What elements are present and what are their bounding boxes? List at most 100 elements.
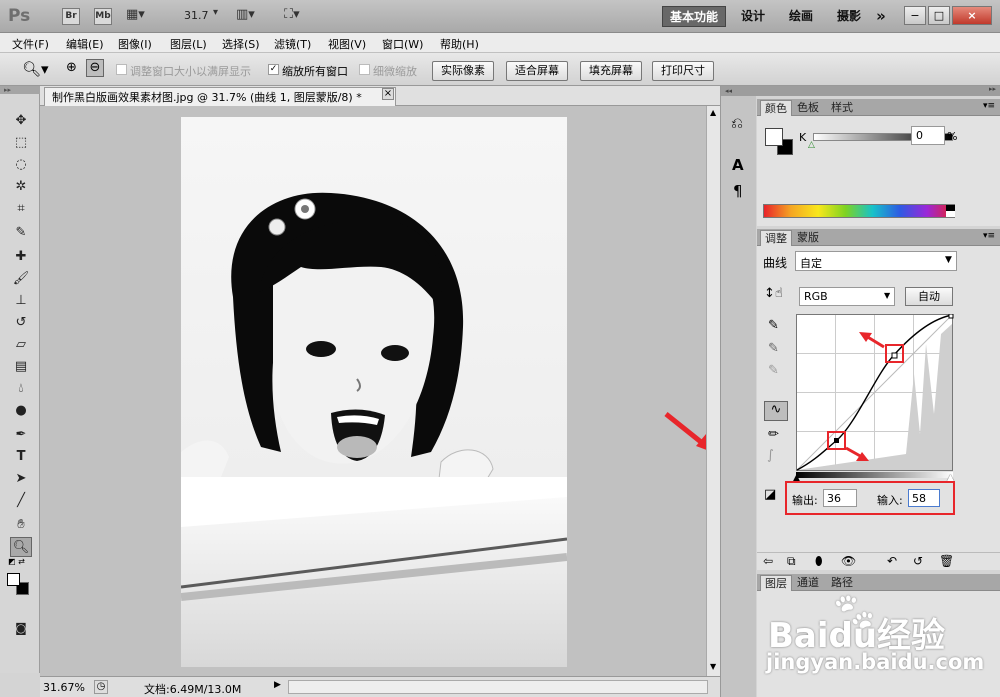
clipping-preview-icon[interactable]: ◪ xyxy=(764,487,776,502)
k-slider-handle[interactable]: △ xyxy=(808,140,815,150)
visibility-eye-icon[interactable]: 👁︎ xyxy=(841,554,856,568)
tab-color[interactable]: 颜色 xyxy=(760,100,792,116)
vertical-scrollbar[interactable]: ▲ ▼ xyxy=(706,106,720,676)
curve-pencil-tool-icon[interactable]: ✏ xyxy=(768,427,779,442)
status-info-icon[interactable]: ◷ xyxy=(94,680,108,694)
preset-dropdown-icon[interactable]: ▼ xyxy=(945,255,952,265)
workspace-photography[interactable]: 摄影 xyxy=(830,6,868,27)
pen-tool-icon[interactable]: ✒ xyxy=(10,425,32,445)
menu-window[interactable]: 窗口(W) xyxy=(382,36,423,52)
color-panel-menu-icon[interactable]: ▾≡ xyxy=(983,101,995,111)
zoom-out-icon[interactable]: ⊖ xyxy=(86,59,104,77)
horizontal-scrollbar[interactable] xyxy=(288,680,708,694)
input-value-field[interactable]: 58 xyxy=(908,489,940,507)
return-to-list-icon[interactable]: ⇦ xyxy=(763,554,773,568)
color-spectrum-bar[interactable] xyxy=(763,204,955,218)
history-brush-tool-icon[interactable]: ↺ xyxy=(10,313,32,333)
toolbox-collapse-icon[interactable]: ▸▸ xyxy=(0,86,40,94)
dodge-tool-icon[interactable]: ● xyxy=(10,401,32,421)
clip-to-layer-icon[interactable]: ⬮ xyxy=(815,554,823,569)
gray-point-eyedropper-icon[interactable]: ✎ xyxy=(768,341,779,356)
workspace-painting[interactable]: 绘画 xyxy=(782,6,820,27)
close-button[interactable]: × xyxy=(952,6,992,25)
curves-preset-select[interactable]: 自定 xyxy=(795,251,957,271)
black-point-eyedropper-icon[interactable]: ✎ xyxy=(768,318,779,333)
line-tool-icon[interactable]: ╱ xyxy=(10,491,32,511)
channel-select[interactable]: RGB xyxy=(799,287,895,306)
menu-image[interactable]: 图像(I) xyxy=(118,36,152,52)
status-menu-icon[interactable]: ▶ xyxy=(274,680,281,690)
history-panel-icon[interactable]: ⎌ xyxy=(731,114,743,132)
workspace-design[interactable]: 设计 xyxy=(734,6,772,27)
minimize-button[interactable]: − xyxy=(904,6,926,25)
default-colors-icon[interactable]: ◩ ⇄ xyxy=(8,557,25,566)
menu-edit[interactable]: 编辑(E) xyxy=(66,36,104,52)
curves-graph[interactable] xyxy=(796,314,954,480)
menu-select[interactable]: 选择(S) xyxy=(222,36,260,52)
tab-swatches[interactable]: 色板 xyxy=(793,100,823,116)
more-workspaces-icon[interactable]: » xyxy=(872,6,890,27)
bridge-button[interactable]: Br xyxy=(62,8,80,25)
type-tool-icon[interactable]: T xyxy=(10,447,32,467)
view-extras-icon[interactable]: ▦▾ xyxy=(126,7,145,22)
fill-screen-button[interactable]: 填充屏幕 xyxy=(580,61,642,81)
menu-view[interactable]: 视图(V) xyxy=(328,36,366,52)
arrange-documents-icon[interactable]: ▥▾ xyxy=(236,7,255,22)
adjust-panel-menu-icon[interactable]: ▾≡ xyxy=(983,231,995,241)
previous-state-icon[interactable]: ↶ xyxy=(887,554,897,568)
workspace-essentials[interactable]: 基本功能 xyxy=(662,6,726,27)
brush-tool-icon[interactable]: 🖌︎ xyxy=(10,269,32,289)
zoom-tool-icon[interactable]: 🔍︎▾ xyxy=(22,60,49,78)
output-input-field[interactable]: 36 xyxy=(823,489,857,507)
resize-window-checkbox[interactable] xyxy=(116,64,127,75)
screen-mode-icon[interactable]: ⛶▾ xyxy=(284,7,300,22)
tab-masks[interactable]: 蒙版 xyxy=(793,230,823,246)
print-size-button[interactable]: 打印尺寸 xyxy=(652,61,714,81)
spectrum-white-chip[interactable] xyxy=(946,211,955,217)
strip-collapse-icon[interactable]: ◂◂ xyxy=(721,86,757,96)
paragraph-panel-icon[interactable]: ¶ xyxy=(733,182,743,200)
crop-tool-icon[interactable]: ⌗ xyxy=(10,199,32,219)
hand-tool-icon[interactable]: ✋︎ xyxy=(10,515,32,535)
maximize-button[interactable]: □ xyxy=(928,6,950,25)
scroll-down-icon[interactable]: ▼ xyxy=(710,662,716,671)
quick-mask-icon[interactable]: ◙ xyxy=(10,618,32,638)
scroll-up-icon[interactable]: ▲ xyxy=(710,108,716,117)
menu-file[interactable]: 文件(F) xyxy=(12,36,49,52)
auto-button[interactable]: 自动 xyxy=(905,287,953,306)
tab-styles[interactable]: 样式 xyxy=(827,100,857,116)
path-selection-tool-icon[interactable]: ➤ xyxy=(10,469,32,489)
zoom-tool-icon[interactable]: 🔍︎ xyxy=(10,537,32,557)
reset-icon[interactable]: ↺ xyxy=(913,554,923,568)
channel-dropdown-icon[interactable]: ▼ xyxy=(884,291,890,300)
on-image-adjust-icon[interactable]: ↕☝ xyxy=(764,286,783,301)
dock-collapse-icon[interactable]: ▸▸ xyxy=(989,85,996,93)
character-panel-icon[interactable]: A xyxy=(732,156,744,174)
mini-bridge-button[interactable]: Mb xyxy=(94,8,112,25)
menu-layer[interactable]: 图层(L) xyxy=(170,36,207,52)
menu-help[interactable]: 帮助(H) xyxy=(440,36,479,52)
foreground-color-chip[interactable] xyxy=(765,128,783,146)
foreground-color-swatch[interactable] xyxy=(7,573,20,586)
clone-stamp-tool-icon[interactable]: ⊥ xyxy=(10,291,32,311)
canvas-area[interactable]: ③ xyxy=(40,106,737,676)
gradient-tool-icon[interactable]: ▤ xyxy=(10,357,32,377)
zoom-in-icon[interactable]: ⊕ xyxy=(66,60,77,75)
delete-adjustment-icon[interactable]: 🗑︎ xyxy=(939,554,954,568)
tab-adjustments[interactable]: 调整 xyxy=(760,230,792,246)
scrubby-zoom-checkbox[interactable] xyxy=(359,64,370,75)
curve-point-tool-icon[interactable]: ∿ xyxy=(764,401,788,421)
zoom-all-windows-checkbox[interactable]: ✓ xyxy=(268,64,279,75)
actual-pixels-button[interactable]: 实际像素 xyxy=(432,61,494,81)
k-value-input[interactable]: 0 xyxy=(911,126,945,145)
lasso-tool-icon[interactable]: ◌ xyxy=(10,155,32,175)
menu-filter[interactable]: 滤镜(T) xyxy=(274,36,311,52)
zoom-dropdown-icon[interactable]: ▾ xyxy=(213,7,218,18)
fit-screen-button[interactable]: 适合屏幕 xyxy=(506,61,568,81)
eyedropper-tool-icon[interactable]: ✎ xyxy=(10,223,32,243)
healing-brush-tool-icon[interactable]: ✚ xyxy=(10,247,32,267)
close-document-icon[interactable]: × xyxy=(382,88,394,100)
marquee-tool-icon[interactable]: ⬚ xyxy=(10,133,32,153)
move-tool-icon[interactable]: ✥ xyxy=(10,111,32,131)
white-point-eyedropper-icon[interactable]: ✎ xyxy=(768,363,779,378)
